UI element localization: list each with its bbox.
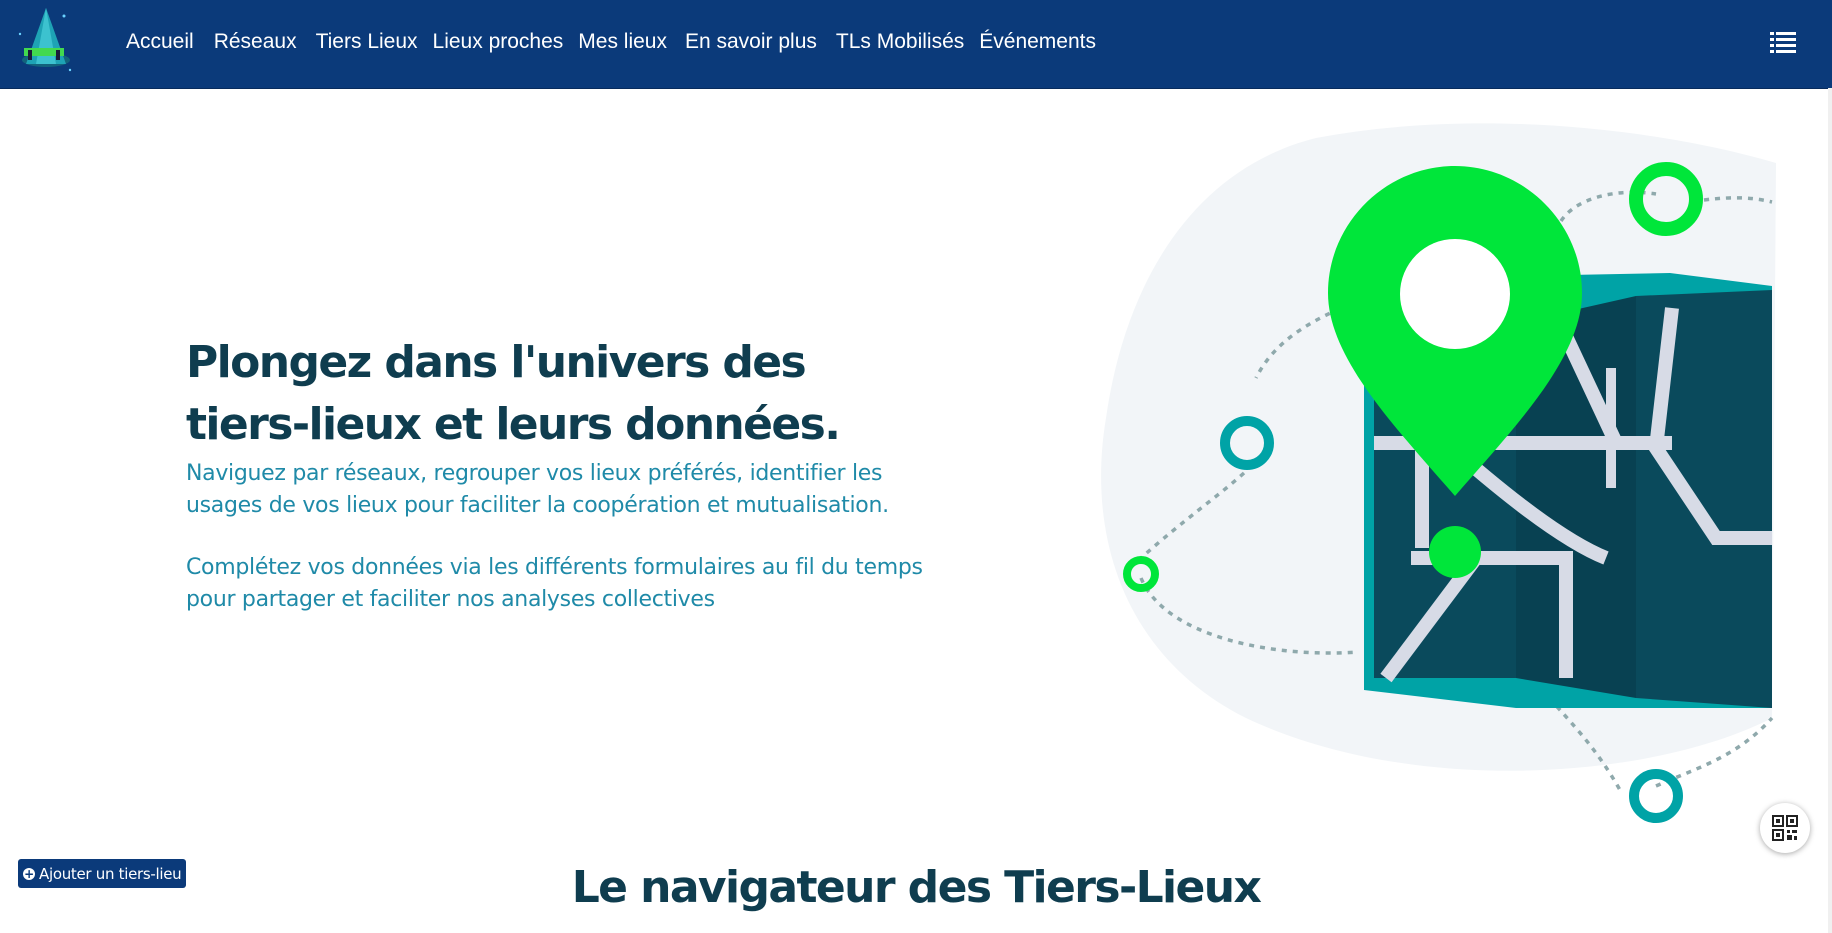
nav-item-tiers-lieux[interactable]: Tiers Lieux bbox=[316, 30, 418, 54]
navbar: Accueil Réseaux Tiers Lieux Lieux proche… bbox=[0, 0, 1832, 89]
nav-item-lieux-proches[interactable]: Lieux proches bbox=[433, 30, 564, 54]
ring-teal-bottom bbox=[1629, 769, 1683, 823]
main-navigation: Accueil Réseaux Tiers Lieux Lieux proche… bbox=[126, 0, 1096, 84]
nav-item-accueil[interactable]: Accueil bbox=[126, 30, 194, 54]
nav-item-reseaux[interactable]: Réseaux bbox=[214, 30, 297, 54]
nav-item-evenements[interactable]: Événements bbox=[979, 30, 1096, 54]
hero-paragraph-navigation: Naviguez par réseaux, regrouper vos lieu… bbox=[186, 461, 889, 518]
nav-item-mes-lieux[interactable]: Mes lieux bbox=[578, 30, 667, 54]
qr-code-icon bbox=[1772, 815, 1798, 841]
list-icon[interactable] bbox=[1770, 31, 1796, 53]
site-logo-icon[interactable] bbox=[14, 6, 78, 78]
nav-item-tls-mobilises[interactable]: TLs Mobilisés bbox=[836, 30, 964, 54]
hero-title: Plongez dans l'univers des tiers-lieux e… bbox=[186, 337, 841, 450]
section-title: Le navigateur des Tiers-Lieux bbox=[571, 862, 1262, 913]
nav-item-en-savoir-plus[interactable]: En savoir plus bbox=[685, 30, 817, 54]
qr-code-button[interactable] bbox=[1760, 803, 1810, 853]
hero-paragraph-data: Complétez vos données via les différents… bbox=[186, 555, 923, 612]
map-pin-illustration bbox=[1101, 123, 1776, 823]
